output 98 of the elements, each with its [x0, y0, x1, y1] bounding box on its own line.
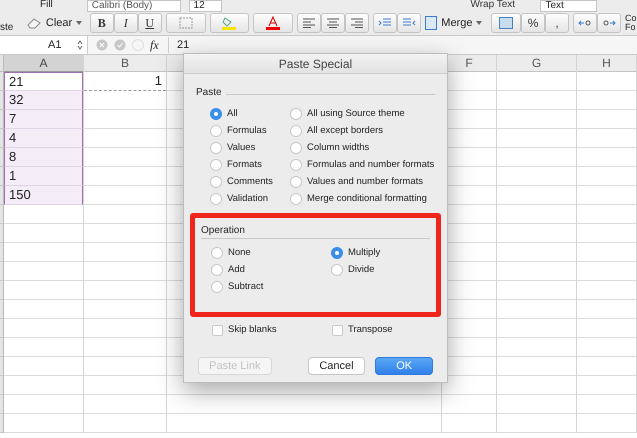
align-button[interactable]: [345, 13, 370, 33]
radio-button[interactable]: [210, 176, 222, 188]
checkbox-option[interactable]: Transpose: [332, 323, 447, 338]
table-cell[interactable]: 1: [4, 167, 83, 186]
outdent-button[interactable]: [397, 13, 422, 33]
paste-option[interactable]: Merge conditional formatting: [290, 193, 435, 205]
radio-button[interactable]: [210, 125, 222, 137]
radio-button[interactable]: [211, 264, 223, 276]
table-cell[interactable]: 150: [4, 186, 83, 205]
paste-option[interactable]: Values: [210, 142, 290, 154]
align-button[interactable]: [321, 13, 346, 33]
merge-icon: [425, 16, 438, 30]
radio-button[interactable]: [210, 193, 222, 205]
merge-button[interactable]: Merge: [425, 14, 488, 32]
table-cell[interactable]: 32: [4, 91, 83, 110]
borders-icon: [178, 17, 193, 29]
checkbox[interactable]: [332, 324, 343, 336]
caret-icon: [76, 21, 82, 25]
check-icon: [114, 39, 126, 51]
align-icon: [302, 18, 316, 28]
decimal-icon: [602, 18, 616, 28]
font-color-icon: [265, 16, 282, 30]
dialog-title: Paste Special: [184, 54, 447, 74]
radio-button[interactable]: [211, 281, 223, 293]
wrap-text-button[interactable]: Wrap Text: [470, 0, 532, 10]
cancel-icon: [96, 39, 108, 51]
radio-button[interactable]: [210, 142, 222, 154]
dialog-button[interactable]: Cancel: [308, 357, 366, 376]
percent-button[interactable]: %: [521, 13, 546, 33]
paste-option[interactable]: Comments: [210, 176, 290, 188]
paste-option[interactable]: Formulas: [210, 125, 290, 137]
table-cell[interactable]: 7: [4, 110, 83, 129]
table-cell[interactable]: 4: [4, 129, 83, 148]
radio-button[interactable]: [290, 193, 302, 205]
radio-button[interactable]: [290, 176, 302, 188]
font-size-field[interactable]: 12: [188, 0, 222, 12]
align-icon: [350, 18, 364, 28]
paste-option[interactable]: Formulas and number formats: [290, 159, 435, 171]
radio-button[interactable]: [290, 142, 302, 154]
operation-option[interactable]: Add: [211, 264, 331, 276]
checkbox-option[interactable]: Skip blanks: [212, 323, 332, 338]
outdent-icon: [402, 18, 416, 28]
column-header[interactable]: G: [497, 55, 576, 72]
radio-button[interactable]: [331, 264, 343, 276]
operation-option[interactable]: None: [211, 247, 331, 259]
paste-label[interactable]: ste: [0, 20, 22, 34]
caret-icon: [476, 21, 482, 25]
underline-button[interactable]: U: [138, 13, 162, 33]
fx-label[interactable]: fx: [150, 36, 159, 54]
table-cell[interactable]: 8: [4, 148, 83, 167]
name-box[interactable]: A1: [0, 36, 88, 54]
radio-button[interactable]: [331, 247, 343, 259]
comma-button[interactable]: ,: [545, 13, 570, 33]
fill-button[interactable]: Fill: [40, 0, 79, 10]
bold-button[interactable]: B: [90, 13, 114, 33]
stepper-icon: [77, 40, 83, 50]
table-cell[interactable]: 21: [4, 72, 83, 91]
column-header[interactable]: B: [84, 55, 166, 72]
paste-option[interactable]: All: [210, 108, 290, 120]
indent-icon: [378, 18, 392, 28]
align-icon: [326, 18, 340, 28]
paste-option[interactable]: All except borders: [290, 125, 435, 137]
decrease-decimal-button[interactable]: [597, 13, 622, 33]
radio-button[interactable]: [210, 159, 222, 171]
paint-bucket-icon: [221, 16, 238, 30]
paste-group-label: Paste: [196, 86, 222, 100]
font-name-field[interactable]: Calibri (Body): [86, 0, 181, 12]
table-cell[interactable]: 1: [84, 72, 166, 91]
operation-option[interactable]: Multiply: [331, 247, 430, 259]
align-button[interactable]: [297, 13, 322, 33]
decimal-icon: [578, 18, 592, 28]
checkbox[interactable]: [212, 324, 223, 336]
borders-button[interactable]: [166, 13, 206, 33]
paste-option[interactable]: Formats: [210, 159, 290, 171]
clear-button[interactable]: Clear: [26, 14, 86, 32]
radio-button[interactable]: [210, 108, 222, 120]
conditional-format-label[interactable]: Co Fo: [625, 14, 637, 32]
number-format-field[interactable]: Text: [540, 0, 597, 12]
operation-option[interactable]: Divide: [331, 264, 430, 276]
paste-option[interactable]: Column widths: [290, 142, 435, 154]
radio-button[interactable]: [211, 247, 223, 259]
font-color-button[interactable]: [253, 13, 294, 33]
indent-button[interactable]: [373, 13, 398, 33]
paste-option[interactable]: Values and number formats: [290, 176, 435, 188]
radio-button[interactable]: [290, 108, 302, 120]
paste-option[interactable]: All using Source theme: [290, 108, 435, 120]
paste-option[interactable]: Validation: [210, 193, 290, 205]
column-header[interactable]: A: [4, 55, 83, 72]
operation-group-label: Operation: [201, 224, 246, 238]
fill-color-button[interactable]: [210, 13, 250, 33]
table-icon: [499, 17, 514, 29]
operation-option[interactable]: Subtract: [211, 281, 331, 293]
column-header[interactable]: H: [577, 55, 636, 72]
number-format-button[interactable]: [491, 13, 522, 33]
radio-button[interactable]: [290, 125, 302, 137]
italic-button[interactable]: I: [114, 13, 138, 33]
radio-button[interactable]: [290, 159, 302, 171]
increase-decimal-button[interactable]: [573, 13, 598, 33]
